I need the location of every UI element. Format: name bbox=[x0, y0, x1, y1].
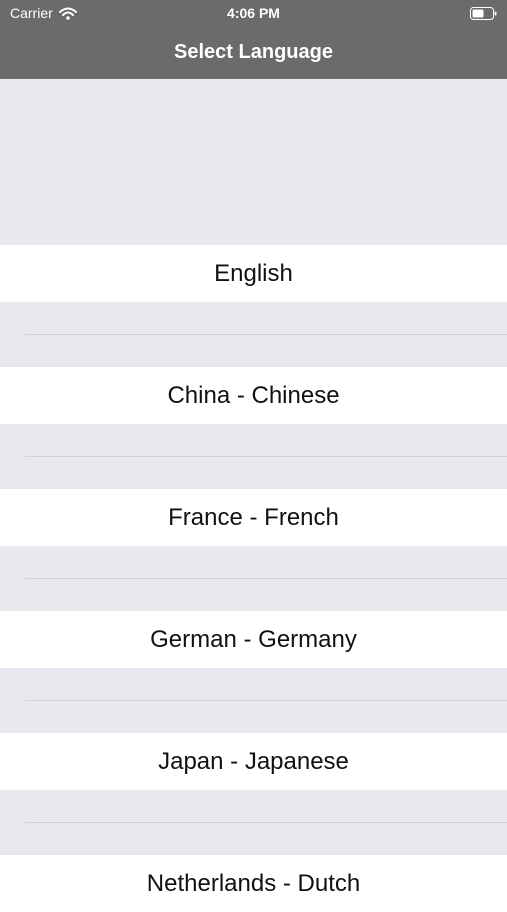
navigation-bar: Select Language bbox=[0, 27, 507, 79]
language-option-japanese[interactable]: Japan - Japanese bbox=[0, 733, 507, 790]
list-separator bbox=[0, 790, 507, 855]
language-list: English China - Chinese France - French … bbox=[0, 245, 507, 912]
page-title: Select Language bbox=[174, 40, 333, 63]
list-separator bbox=[0, 424, 507, 489]
language-option-chinese[interactable]: China - Chinese bbox=[0, 367, 507, 424]
battery-icon bbox=[470, 7, 497, 20]
list-separator bbox=[0, 302, 507, 367]
language-option-english[interactable]: English bbox=[0, 245, 507, 302]
list-separator bbox=[0, 668, 507, 733]
status-bar: Carrier 4:06 PM bbox=[0, 0, 507, 27]
list-separator bbox=[0, 546, 507, 611]
language-option-german[interactable]: German - Germany bbox=[0, 611, 507, 668]
status-time: 4:06 PM bbox=[227, 5, 280, 21]
language-option-french[interactable]: France - French bbox=[0, 489, 507, 546]
language-option-dutch[interactable]: Netherlands - Dutch bbox=[0, 855, 507, 912]
